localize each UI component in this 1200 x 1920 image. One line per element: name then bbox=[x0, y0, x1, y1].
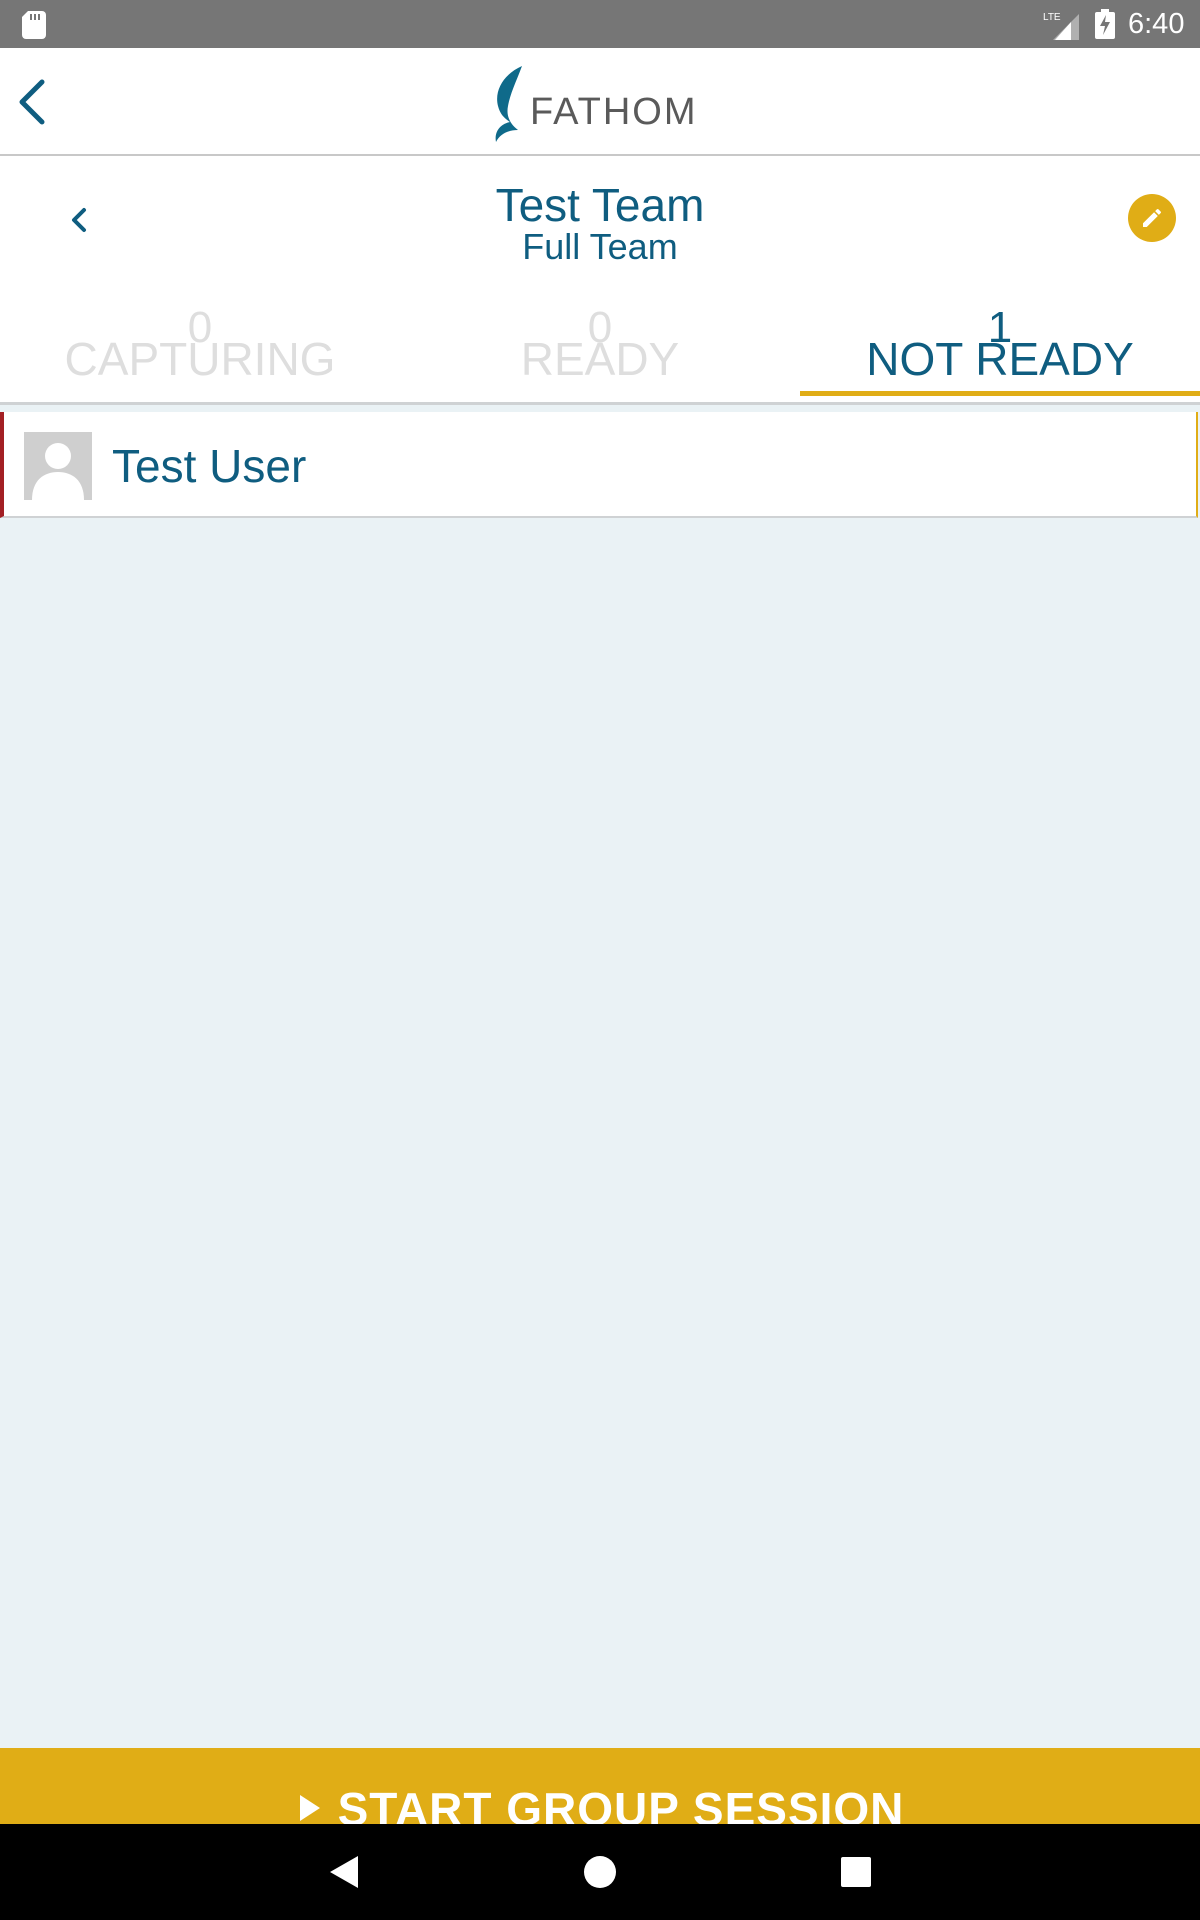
team-name: Test Team bbox=[495, 179, 705, 231]
nav-home-icon[interactable] bbox=[576, 1848, 624, 1896]
pencil-icon bbox=[1143, 208, 1162, 227]
tab-not-ready-label: NOT READY bbox=[866, 333, 1134, 385]
active-tab-indicator bbox=[800, 391, 1200, 396]
nav-back-icon[interactable] bbox=[320, 1848, 368, 1896]
tab-capturing-label: CAPTURING bbox=[64, 333, 336, 385]
nav-recents-icon[interactable] bbox=[832, 1848, 880, 1896]
status-bar: LTE 6:40 bbox=[0, 0, 1200, 48]
app-header: FATHOM bbox=[0, 48, 1200, 156]
start-group-session-label: START GROUP SESSION bbox=[337, 1783, 905, 1824]
battery-charging-icon bbox=[1095, 9, 1115, 39]
member-name: Test User bbox=[112, 440, 307, 492]
tab-not-ready[interactable]: 1 NOT READY bbox=[800, 300, 1200, 400]
tab-capturing[interactable]: 0 CAPTURING bbox=[0, 300, 400, 400]
system-nav-bar bbox=[0, 1824, 1200, 1920]
list-item[interactable]: Test User bbox=[0, 412, 1198, 518]
sd-card-icon bbox=[22, 11, 46, 39]
play-icon bbox=[299, 1795, 320, 1821]
tab-ready-label: READY bbox=[520, 333, 680, 385]
avatar-placeholder-icon bbox=[24, 432, 92, 500]
team-subtitle: Full Team bbox=[522, 226, 678, 267]
svg-text:LTE: LTE bbox=[1043, 12, 1061, 23]
edit-team-button[interactable] bbox=[1128, 194, 1176, 242]
logo-text: FATHOM bbox=[530, 91, 698, 133]
status-tabs: 0 CAPTURING 0 READY 1 NOT READY bbox=[0, 300, 1200, 405]
back-arrow-icon[interactable] bbox=[12, 76, 54, 128]
tab-ready[interactable]: 0 READY bbox=[400, 300, 800, 400]
signal-icon: LTE bbox=[1043, 12, 1079, 40]
clock-time: 6:40 bbox=[1128, 8, 1185, 40]
start-group-session-button[interactable]: START GROUP SESSION bbox=[0, 1748, 1200, 1824]
